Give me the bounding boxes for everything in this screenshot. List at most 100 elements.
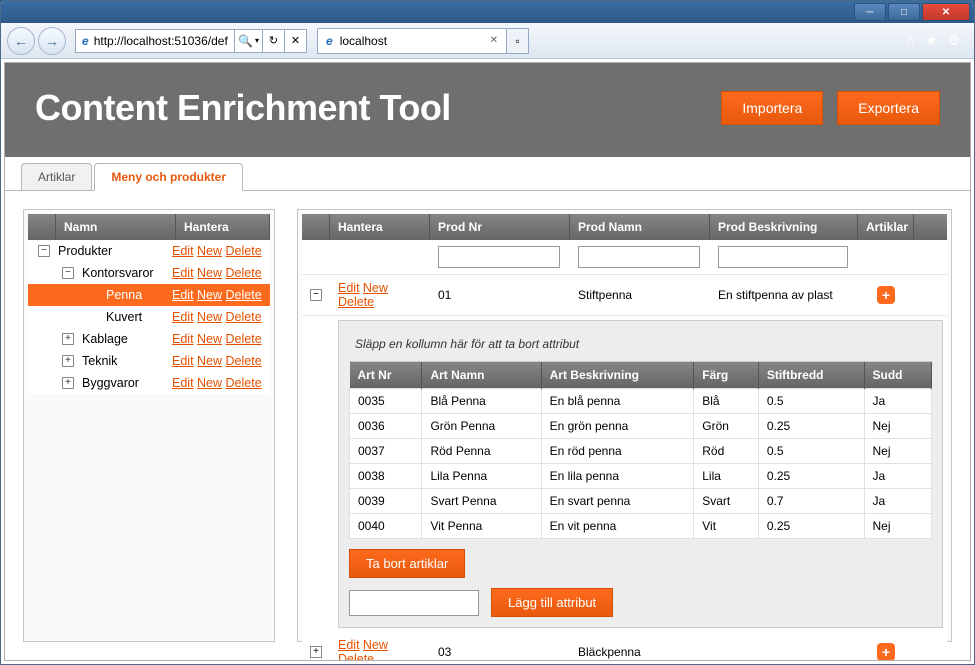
new-link[interactable]: New [197,376,222,390]
delete-link[interactable]: Delete [226,332,262,346]
edit-link[interactable]: Edit [172,310,194,324]
new-link[interactable]: New [197,354,222,368]
edit-link[interactable]: Edit [338,638,360,652]
detail-dropzone-hint[interactable]: Släpp en kollumn här för att ta bort att… [349,331,932,362]
article-row[interactable]: 0036Grön PennaEn grön pennaGrön0.25Nej [350,414,932,439]
remove-articles-button[interactable]: Ta bort artiklar [349,549,465,578]
edit-link[interactable]: Edit [172,332,194,346]
cell-sudd: Nej [864,514,931,539]
delete-link[interactable]: Delete [226,266,262,280]
filter-prodnr-input[interactable] [438,246,560,268]
tree-row-teknik[interactable]: +TeknikEdit New Delete [28,350,270,372]
tree-item-actions: Edit New Delete [172,288,266,302]
tab-artiklar[interactable]: Artiklar [21,163,92,190]
filter-row [302,240,947,275]
article-row[interactable]: 0040Vit PennaEn vit pennaVit0.25Nej [350,514,932,539]
delete-link[interactable]: Delete [338,652,374,660]
article-row[interactable]: 0037Röd PennaEn röd pennaRöd0.5Nej [350,439,932,464]
edit-link[interactable]: Edit [172,288,194,302]
new-link[interactable]: New [197,244,222,258]
cell-stiftbredd: 0.5 [758,439,864,464]
export-button[interactable]: Exportera [837,91,940,125]
col-sudd[interactable]: Sudd [864,362,931,389]
tree-row-kuvert[interactable]: KuvertEdit New Delete [28,306,270,328]
col-stiftbredd[interactable]: Stiftbredd [758,362,864,389]
add-attribute-button[interactable]: Lägg till attribut [491,588,613,617]
tree-header-name: Namn [56,214,176,240]
article-row[interactable]: 0038Lila PennaEn lila pennaLila0.25Ja [350,464,932,489]
address-bar[interactable]: e http://localhost:51036/def [75,29,235,53]
edit-link[interactable]: Edit [172,354,194,368]
ie-icon: e [82,34,89,48]
article-row[interactable]: 0039Svart PennaEn svart pennaSvart0.7Ja [350,489,932,514]
row-actions: Edit New Delete [330,632,430,660]
search-button[interactable]: 🔍▾ [235,29,263,53]
tree-item-actions: Edit New Delete [172,310,266,324]
import-button[interactable]: Importera [721,91,823,125]
tab-meny-produkter[interactable]: Meny och produkter [94,163,243,191]
filter-prodbeskr-input[interactable] [718,246,848,268]
row-expand-button[interactable]: + [310,646,322,658]
product-grid-body: − Edit New Delete 01 Stiftpenna En stift… [302,240,947,660]
tree-row-produkter[interactable]: −ProdukterEdit New Delete [28,240,270,262]
back-button[interactable]: ← [7,27,35,55]
col-farg[interactable]: Färg [694,362,759,389]
cell-artbeskr: En vit penna [541,514,694,539]
new-link[interactable]: New [197,310,222,324]
cell-sudd: Nej [864,439,931,464]
tree-item-label: Kablage [80,332,172,346]
tree-expand-button[interactable]: − [38,245,50,257]
refresh-button[interactable]: ↻ [263,29,285,53]
window-close-button[interactable] [922,3,970,21]
cell-prodbeskr: En stiftpenna av plast [710,282,858,308]
delete-link[interactable]: Delete [338,295,374,309]
col-artbeskr[interactable]: Art Beskrivning [541,362,694,389]
cell-artnr: 0038 [350,464,422,489]
tree-row-kontorsvaror[interactable]: −KontorsvarorEdit New Delete [28,262,270,284]
window-minimize-button[interactable] [854,3,886,21]
tree-item-label: Byggvaror [80,376,172,390]
delete-link[interactable]: Delete [226,244,262,258]
delete-link[interactable]: Delete [226,376,262,390]
tree-expand-button[interactable]: + [62,377,74,389]
add-article-button[interactable]: + [877,286,895,304]
tools-icon[interactable]: ⚙ [947,32,960,49]
tree-row-penna[interactable]: PennaEdit New Delete [28,284,270,306]
article-detail-panel: Släpp en kollumn här för att ta bort att… [338,320,943,628]
edit-link[interactable]: Edit [172,266,194,280]
tree-expand-button[interactable]: + [62,333,74,345]
new-link[interactable]: New [363,638,388,652]
cell-farg: Blå [694,389,759,414]
col-artnr[interactable]: Art Nr [350,362,422,389]
new-link[interactable]: New [363,281,388,295]
tree-item-actions: Edit New Delete [172,376,266,390]
delete-link[interactable]: Delete [226,310,262,324]
stop-button[interactable]: ✕ [285,29,307,53]
row-expand-button[interactable]: − [310,289,322,301]
window-maximize-button[interactable] [888,3,920,21]
edit-link[interactable]: Edit [338,281,360,295]
add-article-button[interactable]: + [877,643,895,660]
new-tab-button[interactable]: ▫ [507,28,529,54]
edit-link[interactable]: Edit [172,376,194,390]
col-artiklar: Artiklar [858,214,914,240]
home-icon[interactable]: ⌂ [906,32,914,49]
new-link[interactable]: New [197,288,222,302]
browser-tab[interactable]: e localhost ✕ [317,28,507,54]
favorites-icon[interactable]: ★ [925,32,938,49]
new-link[interactable]: New [197,266,222,280]
article-row[interactable]: 0035Blå PennaEn blå pennaBlå0.5Ja [350,389,932,414]
col-artnamn[interactable]: Art Namn [422,362,541,389]
delete-link[interactable]: Delete [226,354,262,368]
tab-close-icon[interactable]: ✕ [490,35,498,46]
forward-button[interactable]: → [38,27,66,55]
add-attribute-input[interactable] [349,590,479,616]
tree-expand-button[interactable]: + [62,355,74,367]
delete-link[interactable]: Delete [226,288,262,302]
new-link[interactable]: New [197,332,222,346]
edit-link[interactable]: Edit [172,244,194,258]
tree-expand-button[interactable]: − [62,267,74,279]
tree-row-byggvaror[interactable]: + ByggvarorEdit New Delete [28,372,270,394]
tree-row-kablage[interactable]: + KablageEdit New Delete [28,328,270,350]
filter-prodnamn-input[interactable] [578,246,700,268]
